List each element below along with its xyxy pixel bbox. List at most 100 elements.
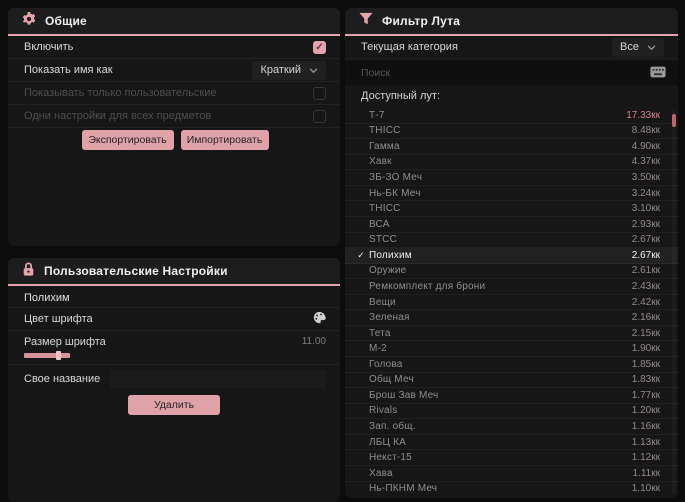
item-value: 2.16кк (631, 312, 660, 324)
item-value: 1.11кк (632, 467, 660, 479)
list-item[interactable]: Зап. общ. 1.16кк (345, 419, 678, 435)
item-name: Нь-БК Меч (369, 187, 421, 199)
item-name: Нь-ПКНМ Меч (369, 483, 438, 495)
enable-row: Включить ✓ (8, 36, 340, 59)
enable-checkbox[interactable]: ✓ (313, 40, 326, 54)
export-import-row: Экспортировать Импортировать (8, 128, 340, 151)
show-name-label: Показать имя как (24, 64, 113, 76)
font-size-slider-handle[interactable] (56, 351, 61, 360)
delete-button[interactable]: Удалить (128, 395, 220, 415)
item-name: Ремкомплект для брони (369, 280, 486, 292)
item-value: 4.37кк (631, 156, 660, 168)
list-item[interactable]: Т-7 17.33кк (345, 108, 678, 124)
show-name-row: Показать имя как Краткий (8, 59, 340, 82)
list-item[interactable]: Ремкомплект для брони 2.43кк (345, 279, 678, 295)
custom-name-input[interactable] (110, 370, 326, 388)
list-item[interactable]: Оружие 2.61кк (345, 264, 678, 280)
selected-item-name: Полихим (8, 286, 340, 308)
item-name: Т-7 (369, 109, 385, 121)
list-item[interactable]: THICC 8.48кк (345, 124, 678, 140)
category-label: Текущая категория (361, 41, 458, 53)
import-button[interactable]: Импортировать (180, 129, 269, 150)
item-value: 2.61кк (631, 265, 660, 277)
list-item[interactable]: Нь-ПКНМ Меч 1.10кк (345, 482, 678, 497)
custom-name-label: Свое название (24, 373, 101, 385)
enable-label: Включить (24, 41, 74, 53)
font-color-label: Цвет шрифта (24, 313, 93, 325)
only-custom-checkbox[interactable] (313, 86, 326, 100)
font-size-label: Размер шрифта (24, 336, 106, 348)
delete-row: Удалить (8, 393, 340, 417)
list-item[interactable]: М-2 1.90кк (345, 341, 678, 357)
item-name: Зап. общ. (369, 421, 416, 433)
item-name: Вещи (369, 296, 396, 308)
item-name: Rivals (369, 405, 398, 417)
general-panel-header: Общие (8, 8, 340, 36)
item-value: 1.10кк (631, 483, 660, 495)
list-item[interactable]: Брош Зав Меч 1.77кк (345, 388, 678, 404)
font-size-slider[interactable] (24, 351, 70, 360)
custom-name-row: Свое название (8, 365, 340, 393)
lock-icon (22, 262, 35, 281)
list-item[interactable]: Вещи 2.42кк (345, 295, 678, 311)
list-item[interactable]: Хавк 4.37кк (345, 155, 678, 171)
item-value: 3.24кк (631, 187, 660, 199)
same-settings-label: Одни настройки для всех предметов (24, 110, 212, 122)
item-name: Общ Меч (369, 374, 414, 386)
palette-icon[interactable] (313, 311, 326, 327)
search-bar[interactable]: Поиск (345, 61, 678, 85)
list-item[interactable]: Гамма 4.90кк (345, 139, 678, 155)
same-settings-checkbox[interactable] (313, 109, 326, 123)
list-item[interactable]: STCC 2.67кк (345, 233, 678, 249)
item-name: Тета (369, 327, 391, 339)
check-icon: ✓ (357, 249, 365, 260)
export-button[interactable]: Экспортировать (81, 129, 174, 150)
chevron-down-icon (647, 42, 656, 54)
scrollbar-thumb[interactable] (672, 114, 676, 127)
item-value: 1.16кк (631, 421, 660, 433)
list-item[interactable]: Rivals 1.20кк (345, 404, 678, 420)
funnel-icon (359, 12, 373, 31)
category-dropdown[interactable]: Все (612, 37, 664, 57)
item-value: 8.48кк (631, 125, 660, 137)
list-item[interactable]: ✓ Полихим 2.67кк (345, 248, 678, 264)
keyboard-icon[interactable] (650, 66, 666, 81)
item-name: ЗБ-ЗО Меч (369, 172, 423, 184)
scrollbar-track[interactable] (672, 110, 676, 494)
list-item[interactable]: Зеленая 2.16кк (345, 310, 678, 326)
list-item[interactable]: Тета 2.15кк (345, 326, 678, 342)
list-item[interactable]: ВСА 2.93кк (345, 217, 678, 233)
only-custom-row: Показывать только пользовательские (8, 82, 340, 105)
item-name: Некст-15 (369, 452, 412, 464)
item-value: 1.90кк (631, 343, 660, 355)
font-color-row: Цвет шрифта (8, 308, 340, 331)
item-name: Хавк (369, 156, 392, 168)
list-item[interactable]: Некст-15 1.12кк (345, 450, 678, 466)
show-name-dropdown[interactable]: Краткий (252, 60, 326, 80)
general-panel-title: Общие (45, 14, 87, 28)
search-input[interactable]: Поиск (361, 67, 650, 79)
loot-list: Т-7 17.33кк THICC 8.48кк Гамма 4.90кк Хавк 4.37… (345, 108, 678, 496)
item-value: 1.12кк (631, 452, 660, 464)
item-name: Оружие (369, 265, 407, 277)
item-name: Брош Зав Меч (369, 389, 439, 401)
category-dropdown-value: Все (620, 41, 639, 53)
list-item[interactable]: Хава 1.11кк (345, 466, 678, 482)
list-item[interactable]: THICC 3.10кк (345, 201, 678, 217)
chevron-down-icon (309, 65, 318, 77)
item-name: Хава (369, 467, 393, 479)
list-item[interactable]: ЛБЦ КА 1.13кк (345, 435, 678, 451)
font-size-value: 11.00 (301, 336, 326, 347)
item-value: 3.10кк (631, 203, 660, 215)
available-loot-label: Доступный лут: (361, 90, 441, 102)
item-value: 1.20кк (631, 405, 660, 417)
list-item[interactable]: Общ Меч 1.83кк (345, 373, 678, 389)
item-name: ЛБЦ КА (369, 436, 406, 448)
loot-filter-panel-title: Фильтр Лута (382, 14, 461, 28)
list-item[interactable]: Нь-БК Меч 3.24кк (345, 186, 678, 202)
list-item[interactable]: Голова 1.85кк (345, 357, 678, 373)
item-name: Гамма (369, 140, 400, 152)
category-row: Текущая категория Все (345, 36, 678, 59)
only-custom-label: Показывать только пользовательские (24, 87, 217, 99)
list-item[interactable]: ЗБ-ЗО Меч 3.50кк (345, 170, 678, 186)
